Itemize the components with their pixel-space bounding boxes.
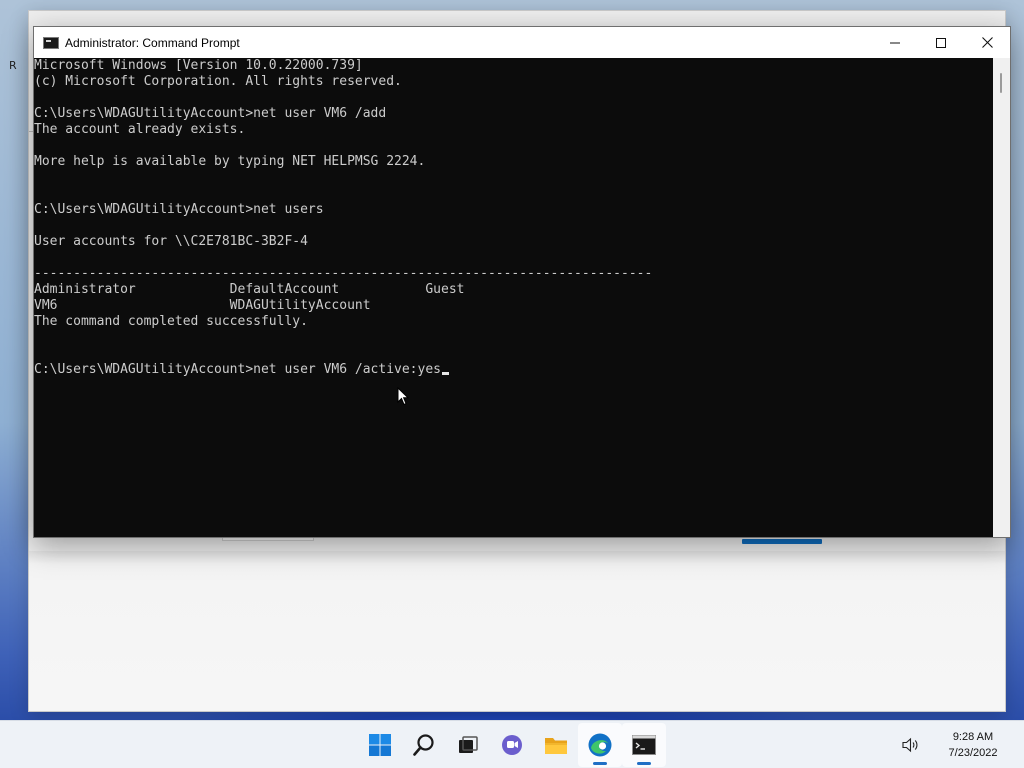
console-line: Microsoft Windows [Version 10.0.22000.73…	[34, 58, 995, 74]
search-icon	[413, 734, 434, 756]
console-line: ----------------------------------------…	[34, 266, 995, 282]
task-view-button[interactable]	[446, 723, 490, 767]
console-line-text: Microsoft Windows [Version 10.0.22000.73…	[34, 58, 363, 73]
mouse-pointer-icon	[397, 387, 409, 406]
console-line: C:\Users\WDAGUtilityAccount>net user VM6…	[34, 106, 995, 122]
close-button[interactable]	[964, 27, 1010, 58]
command-prompt-icon	[43, 36, 59, 49]
console-line: The command completed successfully.	[34, 314, 995, 330]
scrollbar-thumb[interactable]	[1000, 73, 1002, 93]
console-line: (c) Microsoft Corporation. All rights re…	[34, 74, 995, 90]
chat-button[interactable]	[490, 723, 534, 767]
edge-button[interactable]	[578, 723, 622, 767]
background-window-lower-area	[29, 551, 1005, 711]
clock-date: 7/23/2022	[948, 747, 998, 759]
minimize-icon	[890, 42, 900, 43]
console-line-text: C:\Users\WDAGUtilityAccount>net users	[34, 202, 324, 217]
console-line-text: VM6 WDAGUtilityAccount	[34, 298, 371, 313]
console-line-text: User accounts for \\C2E781BC-3B2F-4	[34, 234, 308, 249]
window-title: Administrator: Command Prompt	[65, 35, 240, 50]
console-output[interactable]: Microsoft Windows [Version 10.0.22000.73…	[34, 58, 995, 537]
volume-button[interactable]	[896, 737, 926, 753]
close-icon	[981, 37, 993, 48]
task-view-icon	[459, 736, 478, 753]
clock-time: 9:28 AM	[952, 731, 994, 743]
text-cursor	[442, 372, 449, 375]
command-prompt-window[interactable]: Administrator: Command Prompt Microsoft …	[33, 26, 1011, 538]
edge-icon	[588, 733, 612, 757]
console-line-text: More help is available by typing NET HEL…	[34, 154, 426, 169]
speaker-icon	[902, 737, 918, 753]
console-line: More help is available by typing NET HEL…	[34, 154, 995, 170]
console-line: VM6 WDAGUtilityAccount	[34, 298, 995, 314]
console-line: C:\Users\WDAGUtilityAccount>net user VM6…	[34, 362, 995, 378]
console-line-text: The account already exists.	[34, 122, 246, 137]
console-line-text: (c) Microsoft Corporation. All rights re…	[34, 74, 402, 89]
system-tray: 9:28 AM 7/23/2022	[896, 721, 1024, 768]
search-button[interactable]	[402, 723, 446, 767]
console-line: User accounts for \\C2E781BC-3B2F-4	[34, 234, 995, 250]
maximize-button[interactable]	[918, 27, 964, 58]
window-controls	[872, 27, 1010, 58]
taskbar-apps	[358, 721, 666, 768]
file-explorer-button[interactable]	[534, 723, 578, 767]
console-line-text: ----------------------------------------…	[34, 266, 653, 281]
start-icon	[369, 734, 391, 756]
background-accent-button[interactable]	[742, 539, 822, 544]
console-line-text: C:\Users\WDAGUtilityAccount>net user VM6…	[34, 106, 387, 121]
minimize-button[interactable]	[872, 27, 918, 58]
console-line: Administrator DefaultAccount Guest	[34, 282, 995, 298]
taskbar: 9:28 AM 7/23/2022	[0, 720, 1024, 768]
title-bar[interactable]: Administrator: Command Prompt	[34, 27, 1010, 58]
maximize-icon	[936, 37, 946, 48]
console-line-text: C:\Users\WDAGUtilityAccount>net user VM6…	[34, 362, 441, 377]
file-explorer-icon	[545, 738, 567, 754]
teams-chat-icon	[502, 735, 522, 755]
console-line: The account already exists.	[34, 122, 995, 138]
console-line: C:\Users\WDAGUtilityAccount>net users	[34, 202, 995, 218]
background-window-edge-text: R	[9, 59, 17, 72]
command-prompt-taskbar-button[interactable]	[622, 723, 666, 767]
vertical-scrollbar[interactable]	[993, 58, 1010, 537]
clock-button[interactable]: 9:28 AM 7/23/2022	[936, 729, 1010, 761]
console-line-text: The command completed successfully.	[34, 314, 308, 329]
console-line-text: Administrator DefaultAccount Guest	[34, 282, 465, 297]
command-prompt-icon	[632, 735, 656, 755]
start-button[interactable]	[358, 723, 402, 767]
